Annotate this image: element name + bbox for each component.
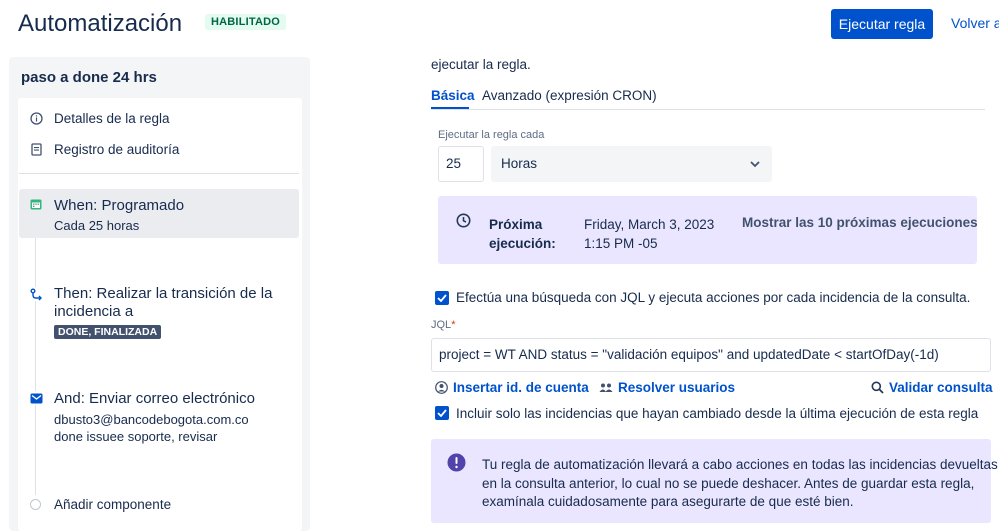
back-link[interactable]: Volver a [951,15,999,31]
tab-active-indicator [431,107,469,109]
sidebar-item-audit-log[interactable]: Registro de auditoría [29,142,179,157]
jql-input[interactable]: project = WT AND status = "validación eq… [431,338,991,372]
info-icon [447,453,466,477]
jql-label: JQL* [431,319,456,331]
mail-icon [29,391,43,405]
interval-number-input[interactable]: 25 [438,146,484,182]
timeline-line [35,225,36,495]
transition-icon [29,287,43,301]
status-lozenge: DONE, FINALIZADA [54,325,162,339]
jql-search-checkbox[interactable] [435,291,449,305]
step-title: When: Programado [54,197,185,214]
changed-only-checkbox[interactable] [435,406,449,420]
user-icon [435,381,448,394]
required-marker: * [451,319,456,331]
resolve-users-link[interactable]: Resolver usuarios [599,380,735,395]
calendar-icon [29,197,43,211]
insert-account-id-link[interactable]: Insertar id. de cuenta [435,380,589,395]
add-component-dot [30,499,41,510]
step-subtitle: Cada 25 horas [54,218,140,233]
next-run-datetime: Friday, March 3, 2023 1:15 PM -05 [584,217,715,251]
sidebar-item-rule-details[interactable]: Detalles de la regla [29,111,170,126]
search-icon [871,381,884,394]
step-detail: done issuee soporte, revisar [54,429,218,444]
interval-unit-select[interactable]: Horas [491,146,772,182]
status-badge: HABILITADO [205,14,287,30]
divider [19,173,299,174]
tab-basic[interactable]: Básica [431,88,475,103]
clipboard-icon [29,143,43,157]
step-title[interactable]: Then: Realizar la transición de la incid… [54,285,294,321]
chevron-down-icon [750,146,760,182]
sidebar-item-label: Detalles de la regla [54,111,170,126]
tab-divider [431,109,985,110]
warning-text: Tu regla de automatización llevará a cab… [482,457,998,509]
info-icon [29,112,43,126]
page-title: Automatización [18,10,183,37]
rule-name: paso a done 24 hrs [21,69,157,86]
changed-only-label: Incluir solo las incidencias que hayan c… [456,406,979,421]
intro-text: ejecutar la regla. [431,57,531,72]
validate-query-link[interactable]: Validar consulta [871,380,993,395]
users-icon [599,383,613,392]
step-title[interactable]: And: Enviar correo electrónico [54,390,255,407]
clock-icon [456,213,471,233]
show-next-runs-link[interactable]: Mostrar las 10 próximas ejecuciones [742,215,978,230]
sidebar-item-label: Registro de auditoría [54,142,180,157]
next-run-label: Próxima ejecución: [489,217,556,251]
tab-advanced-cron[interactable]: Avanzado (expresión CRON) [482,88,657,103]
run-rule-button[interactable]: Ejecutar regla [831,9,933,39]
jql-search-label: Efectúa una búsqueda con JQL y ejecuta a… [456,290,971,305]
step-detail: dbusto3@bancodebogota.com.co [54,412,249,427]
add-component-button[interactable]: Añadir componente [54,497,171,512]
interval-label: Ejecutar la regla cada [438,129,545,141]
